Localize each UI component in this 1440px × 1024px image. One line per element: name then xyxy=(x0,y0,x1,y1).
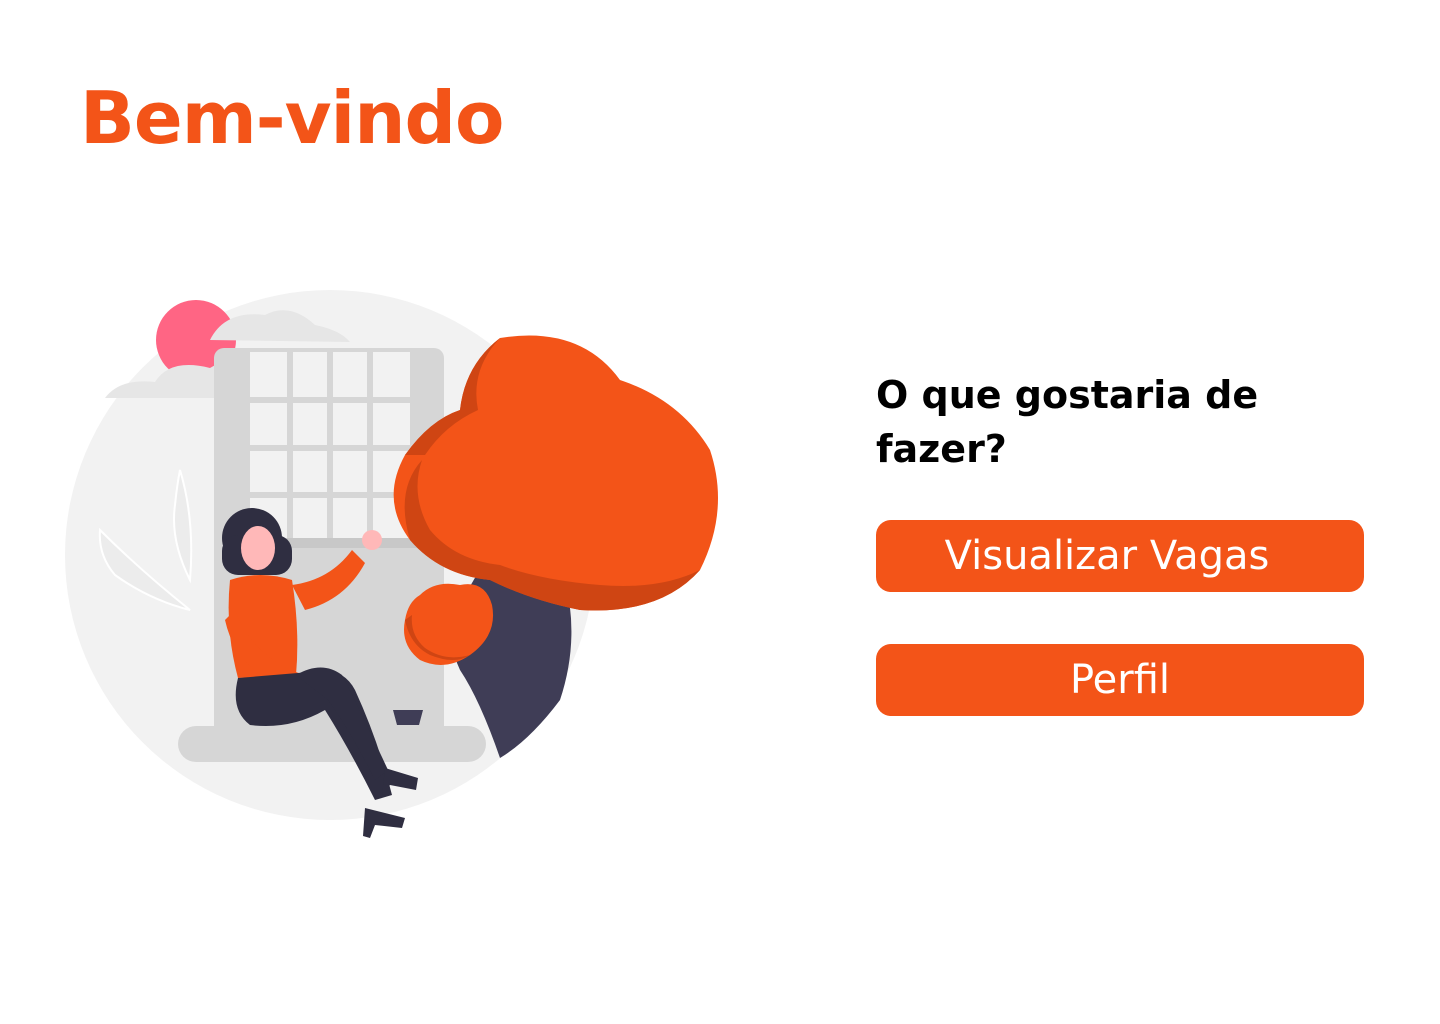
action-panel: O que gostaria de fazer? Visualizar Vaga… xyxy=(876,368,1364,716)
view-jobs-button[interactable]: Visualizar Vagas xyxy=(876,520,1364,592)
window-seat xyxy=(178,726,486,762)
profile-button-label: Perfil xyxy=(1069,657,1171,703)
question-text: O que gostaria de fazer? xyxy=(876,373,1259,471)
profile-button[interactable]: Perfil xyxy=(876,644,1364,716)
page-title: Bem-vindo xyxy=(80,76,504,160)
view-jobs-button-label: Visualizar Vagas xyxy=(944,533,1270,579)
coffee-cup-icon xyxy=(393,710,423,725)
welcome-illustration xyxy=(60,280,740,850)
